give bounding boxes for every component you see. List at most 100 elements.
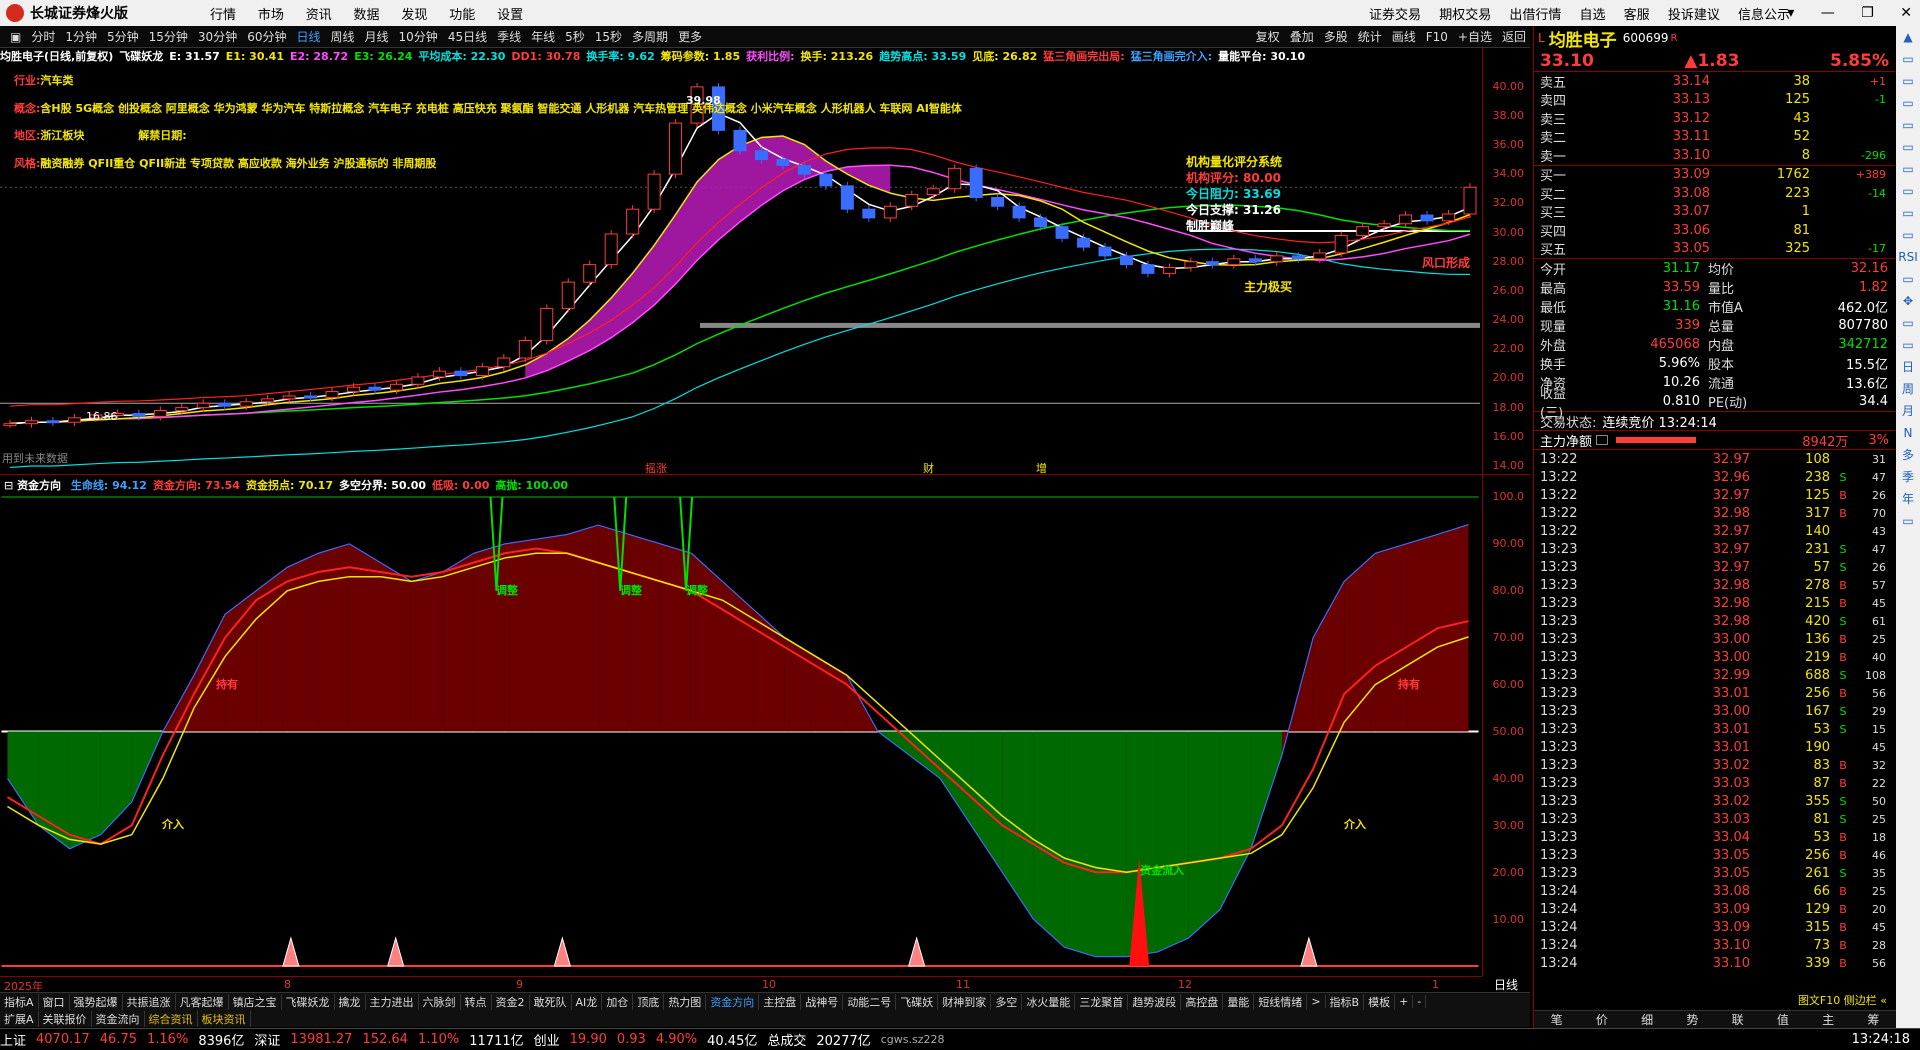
side-tool-icon[interactable]: ▭ [1896,224,1920,246]
indicator-tab-26[interactable]: 趋势波段 [1128,993,1182,1010]
indicator-tab-25[interactable]: 三龙聚首 [1075,993,1129,1010]
indicator-tab-17[interactable]: 资金方向 [706,993,760,1010]
fund-direction-chart[interactable] [0,474,1482,976]
side-tool-icon[interactable]: ▭ [1896,510,1920,532]
toolbar-item-2[interactable]: 多股 [1324,30,1348,44]
indicator-tab-14[interactable]: 加仓 [602,993,634,1010]
dropdown-icon[interactable]: ▾ [1787,5,1794,21]
toolbar-item-4[interactable]: 画线 [1392,30,1416,44]
menu-option-trade[interactable]: 期权交易 [1439,8,1491,23]
menu-function[interactable]: 功能 [449,8,475,23]
menu-complaint[interactable]: 投诉建议 [1668,8,1720,23]
period-tab-12[interactable]: 年线 [531,30,555,44]
indicator-tab-3[interactable]: 共振追涨 [123,993,176,1010]
main-net-icon[interactable] [1596,435,1609,445]
indicator-tab-18[interactable]: 主控盘 [759,993,802,1010]
period-tab-2[interactable]: 5分钟 [107,30,139,44]
side-tool-icon[interactable]: ▭ [1896,268,1920,290]
toolbar-item-5[interactable]: F10 [1426,30,1448,44]
indicator-tab-10[interactable]: 转点 [461,993,492,1010]
asks-row[interactable]: 卖四 33.13 125 -1 [1534,91,1895,109]
side-tool-icon[interactable]: ▭ [1896,158,1920,180]
indicator-tab-32[interactable]: 模板 [1364,993,1396,1010]
panel-tab-6[interactable]: 主 [1806,1011,1851,1028]
bids-row[interactable]: 买三 33.07 1 [1534,203,1895,221]
extension-tab-0[interactable]: 扩展A [0,1010,39,1027]
period-tab-15[interactable]: 多周期 [632,30,668,44]
indicator-tab-16[interactable]: 热力图 [664,993,707,1010]
bids-row[interactable]: 买一 33.09 1762 +389 [1534,166,1895,184]
panel-tab-1[interactable]: 价 [1579,1011,1624,1028]
indicator-tab-5[interactable]: 镇店之宝 [229,993,282,1010]
main-kline-chart[interactable] [0,64,1482,474]
toolbar-item-3[interactable]: 统计 [1358,30,1382,44]
sh-label[interactable]: 上证 [0,1030,26,1049]
period-tab-16[interactable]: 更多 [678,30,702,44]
side-tool-icon[interactable]: 周 [1896,378,1920,400]
indicator-tab-19[interactable]: 战神号 [801,993,844,1010]
period-tab-4[interactable]: 30分钟 [198,30,237,44]
indicator-tab-24[interactable]: 冰火量能 [1022,993,1076,1010]
period-tab-5[interactable]: 60分钟 [247,30,286,44]
bids-row[interactable]: 买二 33.08 223 -14 [1534,184,1895,203]
close-icon[interactable]: ✕ [1900,5,1912,21]
indicator-tab-11[interactable]: 资金2 [492,993,530,1010]
tick-list[interactable]: 13:22 32.97 108 31 13:22 32.96 238 S 47 13:22 32.9… [1534,450,1895,972]
extension-tab-1[interactable]: 关联报价 [39,1010,92,1027]
extension-tab-3[interactable]: 综合资讯 [145,1010,198,1027]
side-tool-icon[interactable]: ▭ [1896,312,1920,334]
indicator-tab-31[interactable]: 指标B [1326,993,1365,1010]
indicator-tab-22[interactable]: 财神到家 [938,993,992,1010]
toolbar-item-6[interactable]: +自选 [1458,30,1492,44]
indicator-tab-30[interactable]: > [1307,995,1326,1008]
bids-row[interactable]: 买五 33.05 325 -17 [1534,240,1895,258]
panel-tab-7[interactable]: 筹 [1851,1011,1896,1028]
indicator-tab-1[interactable]: 窗口 [39,993,70,1010]
menu-discover[interactable]: 发现 [401,8,427,23]
period-tab-13[interactable]: 5秒 [565,30,585,44]
toolbar-item-7[interactable]: 返回 [1502,30,1526,44]
asks-row[interactable]: 卖五 33.14 38 +1 [1534,72,1895,91]
toolbar-item-0[interactable]: 复权 [1256,30,1280,44]
side-tool-icon[interactable]: ▲ [1896,26,1920,48]
panel-tab-5[interactable]: 值 [1760,1011,1805,1028]
side-tool-icon[interactable]: 季 [1896,466,1920,488]
indicator-tab-0[interactable]: 指标A [0,993,39,1010]
side-tool-icon[interactable]: ✥ [1896,290,1920,312]
period-tab-3[interactable]: 15分钟 [149,30,188,44]
indicator-tab-33[interactable]: + [1395,995,1414,1008]
side-tool-icon[interactable]: ▭ [1896,136,1920,158]
period-tab-8[interactable]: 月线 [365,30,389,44]
side-tool-icon[interactable]: 日 [1896,356,1920,378]
indicator-tab-4[interactable]: 凡客起爆 [176,993,229,1010]
menu-watchlist[interactable]: 自选 [1580,8,1606,23]
indicator-tab-8[interactable]: 主力进出 [366,993,419,1010]
extension-tab-2[interactable]: 资金流向 [92,1010,145,1027]
minimize-icon[interactable]: — [1821,5,1835,21]
side-tool-icon[interactable]: 多 [1896,444,1920,466]
toolbar-item-1[interactable]: 叠加 [1290,30,1314,44]
menu-square-icon[interactable]: ▣ [10,30,21,44]
indicator-tab-20[interactable]: 动能二号 [843,993,897,1010]
indicator-tab-13[interactable]: AI龙 [572,993,603,1010]
menu-lending[interactable]: 出借行情 [1509,8,1561,23]
period-tab-11[interactable]: 季线 [497,30,521,44]
menu-service[interactable]: 客服 [1624,8,1650,23]
maximize-icon[interactable]: ❐ [1861,5,1874,21]
bids-row[interactable]: 买四 33.06 81 [1534,221,1895,240]
indicator-tab-6[interactable]: 飞碟妖龙 [282,993,335,1010]
side-tool-icon[interactable]: ▭ [1896,92,1920,114]
cy-label[interactable]: 创业 [534,1030,560,1049]
side-tool-icon[interactable]: ▭ [1896,180,1920,202]
panel-tab-0[interactable]: 笔 [1534,1011,1579,1028]
period-tab-10[interactable]: 45日线 [448,30,487,44]
menu-stock-trade[interactable]: 证券交易 [1369,8,1421,23]
menu-settings[interactable]: 设置 [497,8,523,23]
period-tab-0[interactable]: 分时 [31,30,55,44]
period-tab-7[interactable]: 周线 [331,30,355,44]
period-tab-9[interactable]: 10分钟 [399,30,438,44]
indicator-tab-28[interactable]: 量能 [1223,993,1255,1010]
indicator-tab-9[interactable]: 六脉剑 [419,993,461,1010]
asks-row[interactable]: 卖二 33.11 52 [1534,128,1895,146]
indicator-tab-15[interactable]: 顶底 [633,993,665,1010]
